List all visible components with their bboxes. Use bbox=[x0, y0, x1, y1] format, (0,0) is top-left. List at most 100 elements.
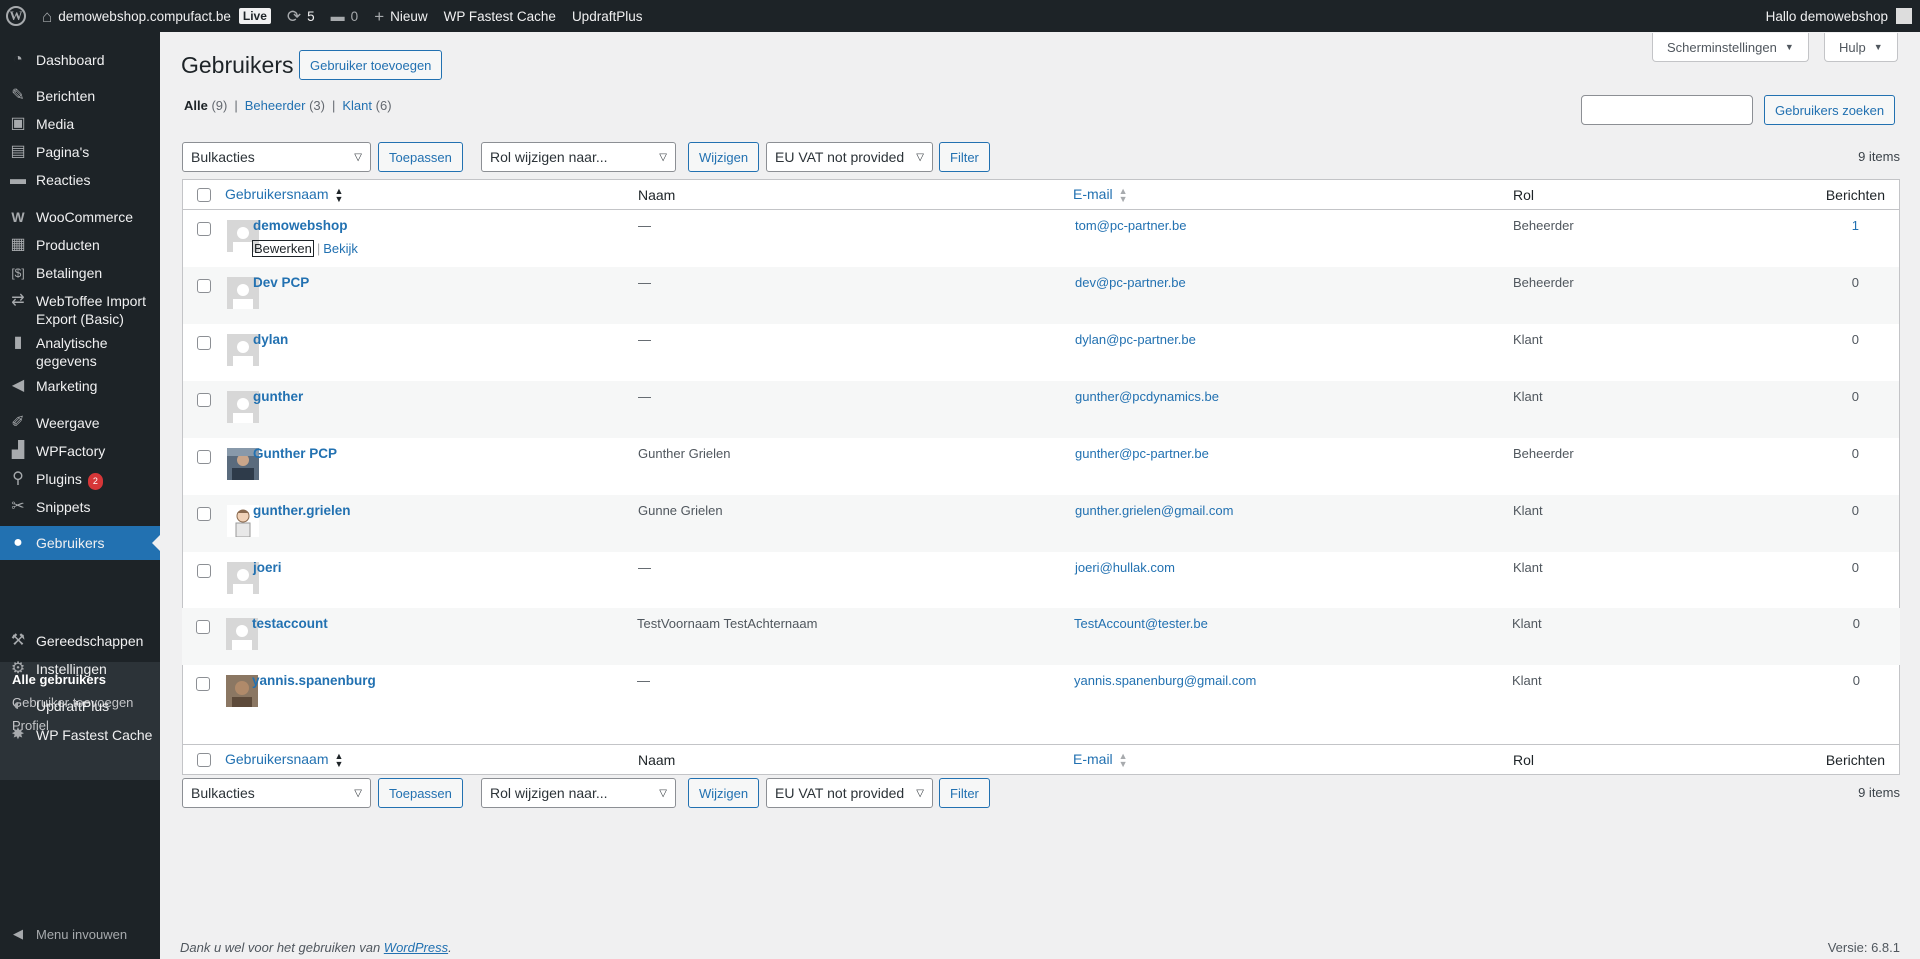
vat-filter-select-bottom[interactable]: EU VAT not provided ▽ bbox=[766, 778, 933, 808]
email-link[interactable]: dev@pc-partner.be bbox=[1075, 275, 1186, 290]
search-users-button[interactable]: Gebruikers zoeken bbox=[1764, 95, 1896, 125]
username-link[interactable]: joeri bbox=[253, 560, 282, 575]
sidebar-item-snippets[interactable]: ✂ Snippets bbox=[0, 498, 160, 516]
help-button[interactable]: Hulp ▼ bbox=[1824, 33, 1898, 62]
updates-link[interactable]: ⟳ 5 bbox=[279, 0, 323, 32]
sort-username-footer[interactable]: Gebruikersnaam ▲ ▼ bbox=[225, 751, 343, 769]
my-account-link[interactable]: Hallo demowebshop bbox=[1758, 0, 1920, 32]
sidebar-item-wpfactory[interactable]: ▟ WPFactory bbox=[0, 442, 160, 460]
sidebar-item-dashboard[interactable]: ◔ Dashboard bbox=[0, 51, 160, 69]
admin-bar: W ⌂ demowebshop.compufact.be Live ⟳ 5 ▬ … bbox=[0, 0, 1920, 32]
change-role-select-bottom[interactable]: Rol wijzigen naar... ▽ bbox=[481, 778, 676, 808]
separator: | bbox=[234, 98, 238, 113]
sidebar-item-instellingen[interactable]: ⚙ Instellingen bbox=[0, 660, 160, 678]
megaphone-icon: ◀ bbox=[11, 377, 25, 394]
username-column-label: Gebruikersnaam bbox=[225, 185, 329, 202]
email-link[interactable]: tom@pc-partner.be bbox=[1075, 218, 1186, 233]
username-link[interactable]: demowebshop bbox=[253, 218, 348, 233]
sort-username-header[interactable]: Gebruikersnaam ▲ ▼ bbox=[225, 185, 344, 205]
change-role-select[interactable]: Rol wijzigen naar... ▽ bbox=[481, 142, 676, 172]
sidebar-item-plugins[interactable]: ⚲ Plugins 2 bbox=[0, 470, 160, 490]
wp-logo-menu[interactable]: W bbox=[0, 0, 34, 32]
wordpress-link[interactable]: WordPress bbox=[384, 940, 448, 955]
posts-count: 0 bbox=[1851, 275, 1859, 290]
screen-options-button[interactable]: Scherminstellingen ▼ bbox=[1652, 33, 1809, 62]
sidebar-item-gereedschappen[interactable]: ⚒ Gereedschappen bbox=[0, 632, 160, 650]
footer-thanks-text: Dank u wel voor het gebruiken van bbox=[180, 940, 384, 955]
row-checkbox[interactable] bbox=[197, 450, 211, 464]
row-checkbox[interactable] bbox=[197, 336, 211, 350]
username-link[interactable]: dylan bbox=[253, 332, 288, 347]
user-search-input[interactable] bbox=[1581, 95, 1753, 125]
sort-email-header[interactable]: E-mail ▲ ▼ bbox=[1073, 186, 1128, 204]
user-role: Klant bbox=[1513, 332, 1543, 347]
posts-count: 0 bbox=[1851, 446, 1859, 461]
main-content: Scherminstellingen ▼ Hulp ▼ Gebruikers Geb… bbox=[160, 32, 1920, 959]
change-role-button-bottom[interactable]: Wijzigen bbox=[688, 778, 760, 808]
sidebar-item-media[interactable]: ▣ Media bbox=[0, 115, 160, 133]
comments-link[interactable]: ▬ 0 bbox=[323, 0, 367, 32]
filter-button-bottom[interactable]: Filter bbox=[939, 778, 990, 808]
row-checkbox[interactable] bbox=[197, 222, 211, 236]
username-link[interactable]: Dev PCP bbox=[253, 275, 309, 290]
sidebar-item-woocommerce[interactable]: W WooCommerce bbox=[0, 208, 160, 226]
sidebar-item-label: WP Fastest Cache bbox=[36, 727, 153, 743]
table-row: dylan — dylan@pc-partner.be Klant 0 bbox=[183, 324, 1899, 381]
vat-filter-select[interactable]: EU VAT not provided ▽ bbox=[766, 142, 933, 172]
collapse-menu-button[interactable]: ◀ Menu invouwen bbox=[0, 926, 160, 942]
email-link[interactable]: gunther.grielen@gmail.com bbox=[1075, 503, 1233, 518]
row-checkbox[interactable] bbox=[197, 393, 211, 407]
wp-fastest-cache-link[interactable]: WP Fastest Cache bbox=[436, 0, 564, 32]
bulk-actions-select[interactable]: Bulkacties ▽ bbox=[182, 142, 371, 172]
sidebar-item-reacties[interactable]: ▬ Reacties bbox=[0, 171, 160, 189]
sidebar-item-paginas[interactable]: ▤ Pagina's bbox=[0, 143, 160, 161]
select-all-checkbox[interactable] bbox=[197, 188, 211, 202]
username-link[interactable]: Gunther PCP bbox=[253, 446, 337, 461]
apply-button-bottom[interactable]: Toepassen bbox=[378, 778, 463, 808]
edit-link[interactable]: Bewerken bbox=[252, 240, 314, 257]
apply-button[interactable]: Toepassen bbox=[378, 142, 463, 172]
row-checkbox[interactable] bbox=[197, 279, 211, 293]
site-name-link[interactable]: ⌂ demowebshop.compufact.be Live bbox=[34, 0, 279, 32]
email-link[interactable]: gunther@pcdynamics.be bbox=[1075, 389, 1219, 404]
filter-button[interactable]: Filter bbox=[939, 142, 990, 172]
sidebar-item-marketing[interactable]: ◀ Marketing bbox=[0, 377, 160, 395]
items-count-bottom: 9 items bbox=[1858, 785, 1900, 800]
sidebar-item-wp-fastest-cache[interactable]: ✸ WP Fastest Cache bbox=[0, 726, 160, 744]
select-all-checkbox-bottom[interactable] bbox=[197, 753, 211, 767]
filter-all[interactable]: Alle (9) bbox=[184, 98, 227, 113]
view-link[interactable]: Bekijk bbox=[323, 241, 358, 256]
email-link[interactable]: dylan@pc-partner.be bbox=[1075, 332, 1196, 347]
user-role: Klant bbox=[1513, 389, 1543, 404]
sidebar-item-berichten[interactable]: ✎ Berichten bbox=[0, 87, 160, 105]
sidebar-item-analytics[interactable]: ▮ Analytische gegevens bbox=[0, 334, 160, 370]
row-checkbox[interactable] bbox=[197, 564, 211, 578]
sidebar-item-updraftplus[interactable]: ◐ UpdraftPlus bbox=[0, 697, 160, 715]
filter-client[interactable]: Klant (6) bbox=[342, 98, 391, 113]
sidebar-item-betalingen[interactable]: [$] Betalingen bbox=[0, 264, 160, 282]
posts-count-link[interactable]: 1 bbox=[1852, 218, 1859, 233]
change-role-button[interactable]: Wijzigen bbox=[688, 142, 760, 172]
email-link[interactable]: gunther@pc-partner.be bbox=[1075, 446, 1209, 461]
username-link[interactable]: gunther.grielen bbox=[253, 503, 351, 518]
sidebar-item-gebruikers[interactable]: ● Gebruikers bbox=[0, 526, 160, 560]
sidebar-item-weergave[interactable]: ✐ Weergave bbox=[0, 414, 160, 432]
sidebar-item-producten[interactable]: ▦ Producten bbox=[0, 236, 160, 254]
bulk-actions-value: Bulkacties bbox=[191, 785, 255, 801]
username-link[interactable]: gunther bbox=[253, 389, 303, 404]
email-link[interactable]: joeri@hullak.com bbox=[1075, 560, 1175, 575]
email-column-label: E-mail bbox=[1073, 750, 1113, 767]
separator: | bbox=[316, 241, 321, 256]
row-checkbox[interactable] bbox=[197, 507, 211, 521]
new-label: Nieuw bbox=[390, 8, 428, 24]
updraftplus-link[interactable]: UpdraftPlus bbox=[564, 0, 651, 32]
table-header: Gebruikersnaam ▲ ▼ Naam E-mail ▲ ▼ Rol Beric… bbox=[183, 180, 1899, 210]
add-user-button[interactable]: Gebruiker toevoegen bbox=[299, 50, 443, 80]
filter-admin[interactable]: Beheerder (3) bbox=[245, 98, 325, 113]
new-content-link[interactable]: + Nieuw bbox=[366, 0, 435, 32]
sidebar-item-webtoffee[interactable]: ⇄ WebToffee Import Export (Basic) bbox=[0, 292, 160, 328]
user-name: — bbox=[638, 275, 651, 290]
sort-ascending-icon: ▲ ▼ bbox=[334, 186, 344, 205]
sort-email-footer[interactable]: E-mail ▲ ▼ bbox=[1073, 750, 1128, 769]
bulk-actions-select-bottom[interactable]: Bulkacties ▽ bbox=[182, 778, 371, 808]
